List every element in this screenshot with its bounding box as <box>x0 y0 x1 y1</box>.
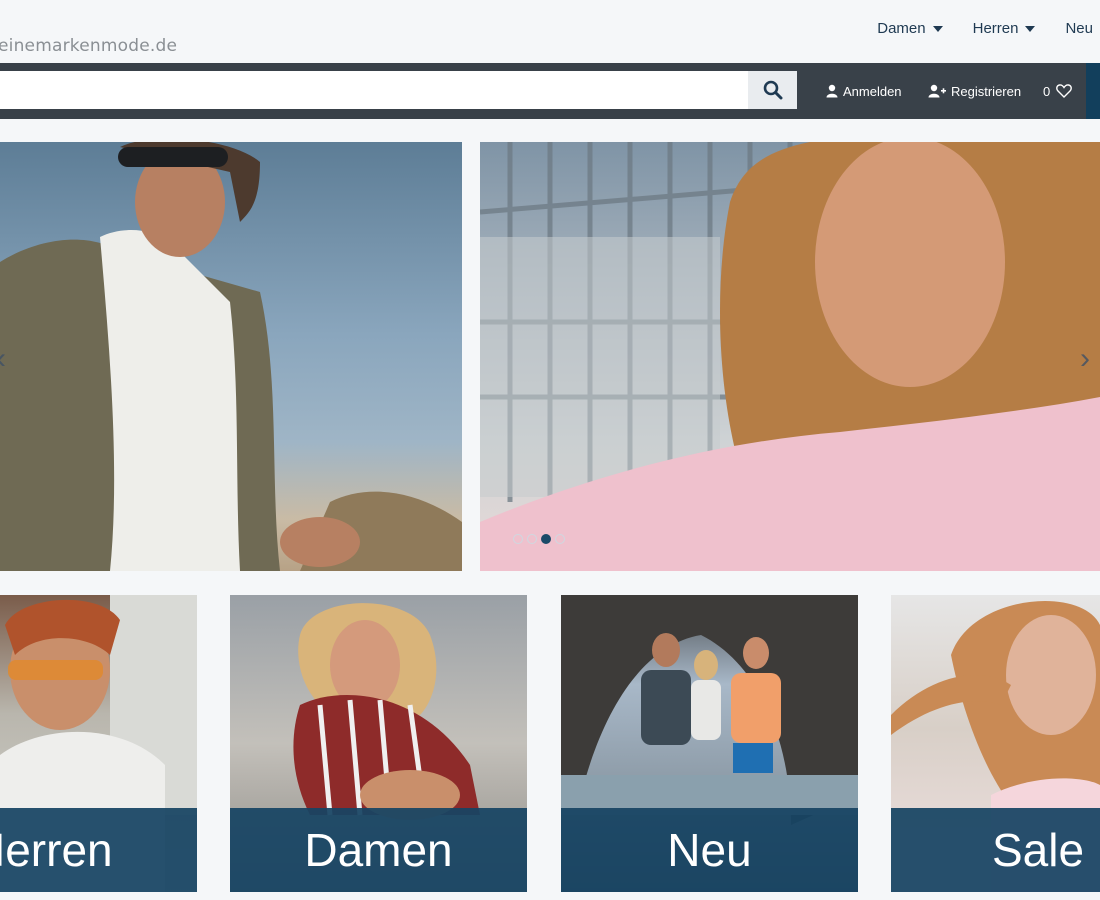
site-logo[interactable]: einemarkenmode.de <box>0 36 177 56</box>
slider-dots <box>513 534 569 544</box>
wishlist-link[interactable]: 0 <box>1043 63 1073 119</box>
hero-slide-image-women[interactable] <box>480 142 1100 571</box>
caret-down-icon <box>932 25 943 32</box>
category-label: Neu <box>667 824 752 876</box>
category-tile-sale[interactable]: Sale <box>891 595 1100 892</box>
search-bar: Anmelden Registrieren 0 <box>0 63 1100 119</box>
category-label-band: Sale <box>891 808 1100 892</box>
search-button[interactable] <box>748 71 797 109</box>
user-plus-icon <box>928 84 946 98</box>
category-label: Sale <box>992 824 1085 876</box>
category-tile-damen[interactable]: Damen <box>230 595 527 892</box>
login-label: Anmelden <box>843 83 902 99</box>
hero-photo-woman <box>480 142 1100 571</box>
heart-icon <box>1056 84 1073 98</box>
hero-slide-image-men[interactable] <box>0 142 462 571</box>
category-label: Damen <box>304 824 453 876</box>
login-link[interactable]: Anmelden <box>826 63 902 119</box>
nav-item-neu[interactable]: Neu <box>1065 20 1093 37</box>
slider-dot[interactable] <box>513 534 523 544</box>
slider-dot-active[interactable] <box>541 534 551 544</box>
main-nav: Damen Herren Neu <box>847 20 1100 37</box>
register-link[interactable]: Registrieren <box>928 63 1021 119</box>
category-label-band: Neu <box>561 808 858 892</box>
cart-button[interactable] <box>1086 63 1100 119</box>
wishlist-count: 0 <box>1043 83 1051 99</box>
category-tile-herren[interactable]: Herren <box>0 595 197 892</box>
category-label-band: Herren <box>0 808 197 892</box>
slider-prev-arrow[interactable]: ‹ <box>0 342 6 376</box>
category-label: Herren <box>0 824 113 876</box>
hero-photo-man <box>0 142 462 571</box>
slider-dot[interactable] <box>555 534 565 544</box>
nav-label: Neu <box>1065 20 1093 37</box>
search-icon <box>763 80 782 100</box>
category-label-band: Damen <box>230 808 527 892</box>
category-tile-neu[interactable]: Neu <box>561 595 858 892</box>
register-label: Registrieren <box>951 83 1022 99</box>
nav-label: Herren <box>972 20 1019 37</box>
user-icon <box>826 84 838 98</box>
top-header: einemarkenmode.de Damen Herren Neu <box>0 0 1100 63</box>
nav-item-damen[interactable]: Damen <box>877 20 943 37</box>
nav-item-herren[interactable]: Herren <box>973 20 1036 37</box>
search-input[interactable] <box>0 71 748 109</box>
slider-next-arrow[interactable]: › <box>1080 342 1090 376</box>
slider-dot[interactable] <box>527 534 537 544</box>
nav-label: Damen <box>877 20 926 37</box>
caret-down-icon <box>1025 25 1036 32</box>
